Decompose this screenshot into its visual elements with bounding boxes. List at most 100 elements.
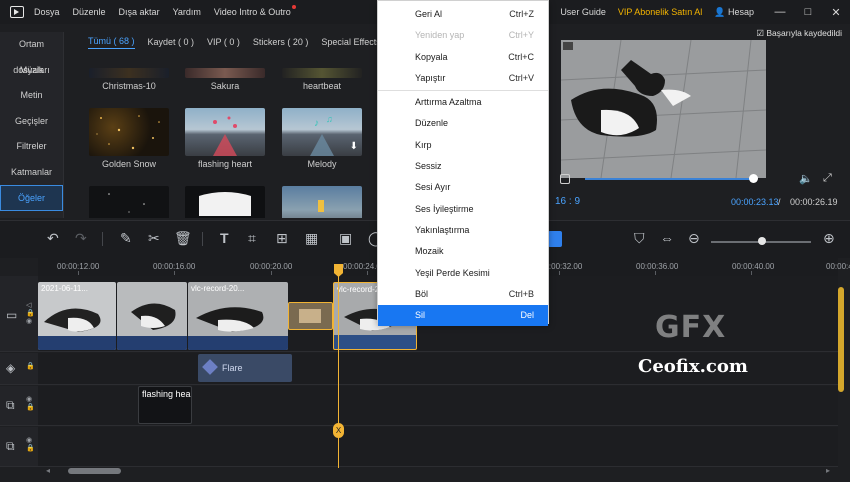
menu-item-green-screen[interactable]: Yeşil Perde Kesimi [378, 263, 548, 284]
video-clip[interactable]: vlc-record-20... [188, 282, 288, 350]
sidebar-item-elements[interactable]: Öğeler [0, 185, 63, 211]
sidebar-item-transitions[interactable]: Geçişler [0, 109, 63, 135]
timeline-horizontal-scrollbar[interactable] [68, 468, 121, 474]
crop-icon[interactable]: ⌗ [248, 231, 256, 245]
redo-icon[interactable]: ↷ [75, 231, 87, 245]
playhead-line[interactable] [338, 268, 339, 468]
timeline-vertical-scrollbar[interactable] [838, 287, 844, 392]
text-tool-icon[interactable]: T [220, 231, 229, 245]
close-button[interactable]: ✕ [822, 6, 850, 19]
sidebar-item-text[interactable]: Metin [0, 83, 63, 109]
library-item[interactable] [282, 186, 362, 218]
tab-all[interactable]: Tümü ( 68 ) [88, 36, 135, 49]
menu-item-label: Sesi Ayır [415, 182, 451, 193]
sidebar-item-overlays[interactable]: Katmanlar [0, 160, 63, 186]
element-clip[interactable]: flashing hea [138, 386, 192, 424]
track-lock-icon[interactable]: 🔒 [26, 363, 35, 371]
edit-pen-icon[interactable]: ✎ [120, 231, 132, 245]
menu-video-intro-outro[interactable]: Video Intro & Outro [214, 5, 296, 17]
cut-icon[interactable]: ✂ [148, 231, 160, 245]
tab-vip[interactable]: VIP ( 0 ) [207, 37, 240, 47]
sidebar-item-media[interactable]: Ortam dosyaları [0, 32, 63, 75]
track-controls-icon[interactable]: ◉ 🔒 [26, 437, 35, 453]
menu-item-split[interactable]: Böl Ctrl+B [378, 284, 548, 305]
element-clip-name: flashing hea [142, 389, 191, 399]
menu-item-edit[interactable]: Düzenle [378, 113, 548, 134]
aspect-ratio[interactable]: 16 : 9 [555, 196, 580, 207]
zoom-frame-icon[interactable]: ⊞ [276, 231, 288, 245]
library-item-golden-snow[interactable]: Golden Snow [89, 108, 169, 169]
library-item-heartbeat[interactable]: heartbeat [282, 68, 362, 91]
menu-item-zoom[interactable]: Yakınlaştırma [378, 220, 548, 241]
clip-name: 2021-06-11... [41, 284, 88, 293]
fit-timeline-icon[interactable]: ⇔ [660, 231, 674, 245]
scroll-left-icon[interactable]: ◂ [46, 466, 50, 475]
minimize-button[interactable]: — [766, 6, 794, 18]
sidebar-item-filters[interactable]: Filtreler [0, 134, 63, 160]
overlay-clip[interactable] [288, 302, 333, 330]
library-item-sakura[interactable]: Sakura [185, 68, 265, 91]
maximize-button[interactable]: □ [794, 6, 822, 18]
video-preview[interactable] [561, 40, 766, 178]
menu-item-delete[interactable]: Sil Del [378, 305, 548, 327]
account-menu[interactable]: 👤 Hesap [714, 7, 754, 18]
menu-item-paste[interactable]: Yapıştır Ctrl+V [378, 68, 548, 89]
track-controls-icon[interactable]: ◉ 🔒 [26, 396, 35, 412]
marker-icon[interactable]: ⛉ [634, 231, 645, 245]
clip-name: vlc-record-20... [191, 284, 245, 293]
stop-button[interactable] [560, 174, 570, 184]
menu-item-detach-audio[interactable]: Sesi Ayır [378, 177, 548, 198]
user-guide-link[interactable]: User Guide [560, 7, 606, 17]
zoom-out-icon[interactable]: ⊖ [688, 231, 700, 245]
tab-stickers[interactable]: Stickers ( 20 ) [253, 37, 309, 47]
library-item-label: Melody [307, 159, 337, 169]
tab-saved[interactable]: Kaydet ( 0 ) [148, 37, 195, 47]
library-item[interactable] [89, 186, 169, 218]
menu-export[interactable]: Dışa aktar [119, 7, 160, 17]
undo-icon[interactable]: ↶ [47, 231, 59, 245]
menu-item-undo[interactable]: Geri Al Ctrl+Z [378, 4, 548, 25]
menu-edit[interactable]: Düzenle [73, 7, 106, 17]
menu-item-copy[interactable]: Kopyala Ctrl+C [378, 47, 548, 68]
effect-clip[interactable]: Flare [198, 354, 292, 382]
menu-item-label: Arttırma Azaltma [415, 97, 482, 108]
sidebar-item-music[interactable]: Müzik [0, 58, 63, 84]
video-clip[interactable] [117, 282, 187, 350]
menu-help[interactable]: Yardım [173, 7, 201, 17]
mosaic-icon[interactable]: ▦ [305, 231, 318, 245]
notification-dot-icon [291, 5, 296, 9]
export-button[interactable] [548, 231, 562, 247]
playhead-split-marker[interactable]: X [333, 423, 344, 438]
audio-track[interactable] [38, 427, 838, 467]
vip-subscribe-link[interactable]: VIP Abonelik Satın Al [618, 7, 702, 17]
menu-item-audio-enhance[interactable]: Ses İyileştirme [378, 199, 548, 220]
element-track[interactable]: flashing hea [38, 386, 838, 426]
menu-item-shortcut: Ctrl+B [508, 288, 534, 299]
scroll-right-icon[interactable]: ▸ [826, 466, 830, 475]
volume-icon[interactable]: 🔈 [799, 172, 813, 185]
playback-progress-knob[interactable] [749, 174, 758, 183]
menu-item-fade[interactable]: Arttırma Azaltma [378, 92, 548, 113]
track-controls-icon[interactable]: ◁ 🔒 ◉ [26, 302, 35, 326]
menu-item-redo[interactable]: Yeniden yap Ctrl+Y [378, 25, 548, 46]
playback-progress-bar[interactable] [585, 178, 755, 180]
library-item-melody[interactable]: ♪ ♫ ⬇ Melody [282, 108, 362, 169]
fullscreen-icon[interactable]: ⤢ [823, 172, 832, 185]
audio-waveform [188, 336, 288, 350]
download-icon[interactable]: ⬇ [350, 141, 358, 152]
library-item[interactable] [185, 186, 265, 218]
menu-file[interactable]: Dosya [34, 7, 60, 17]
video-clip[interactable]: 2021-06-11... [38, 282, 116, 350]
library-item-christmas-10[interactable]: Christmas-10 [89, 68, 169, 91]
menu-item-label: Yeşil Perde Kesimi [415, 267, 490, 278]
library-tabs: Tümü ( 68 ) Kaydet ( 0 ) VIP ( 0 ) Stick… [64, 32, 378, 52]
library-item-flashing-heart[interactable]: flashing heart [185, 108, 265, 169]
zoom-slider-knob[interactable] [758, 237, 766, 245]
delete-icon[interactable]: 🗑 [174, 231, 192, 245]
menu-item-mosaic[interactable]: Mozaik [378, 241, 548, 262]
menu-item-mute[interactable]: Sessiz [378, 156, 548, 177]
freeze-frame-icon[interactable]: ▣ [339, 231, 352, 245]
tab-special-effects[interactable]: Special Effects ( 2 [321, 37, 378, 47]
zoom-in-icon[interactable]: ⊕ [823, 231, 835, 245]
menu-item-crop[interactable]: Kırp [378, 135, 548, 156]
